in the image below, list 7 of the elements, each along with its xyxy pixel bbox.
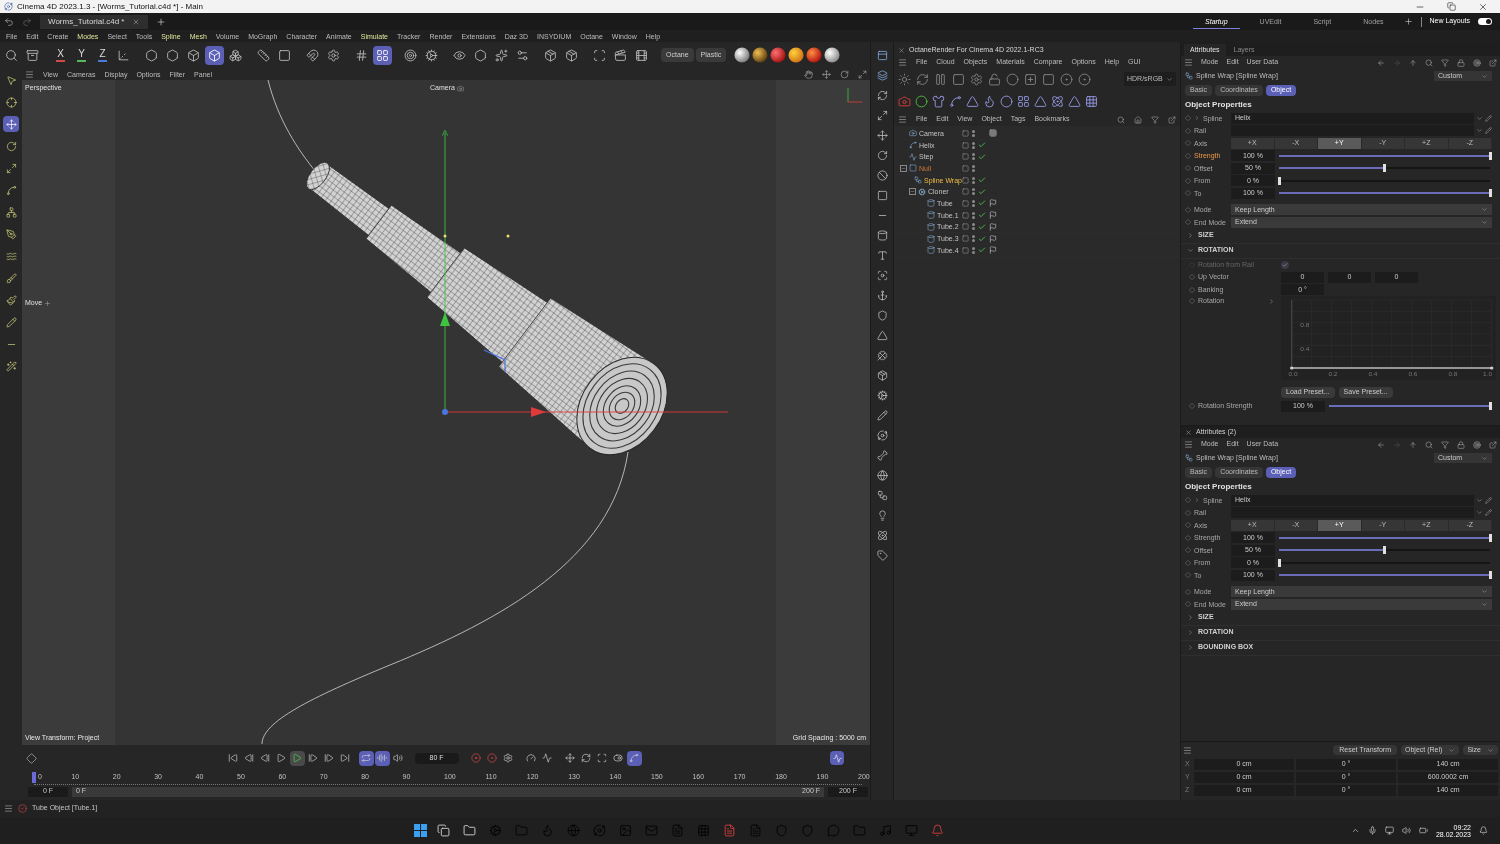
section-title: Object Properties (1184, 99, 1253, 111)
axis-lock-button[interactable]: Y (72, 45, 91, 65)
document-tab[interactable]: Worms_Tutorial.c4d * (40, 14, 149, 29)
axis-lock-button[interactable]: X (51, 45, 70, 65)
axis-lock-button[interactable]: Z (93, 45, 112, 65)
window-title: Cinema 4D 2023.1.3 - [Worms_Tutorial.c4d *] - Main (17, 2, 203, 11)
section-title: Object Properties (1184, 481, 1253, 493)
